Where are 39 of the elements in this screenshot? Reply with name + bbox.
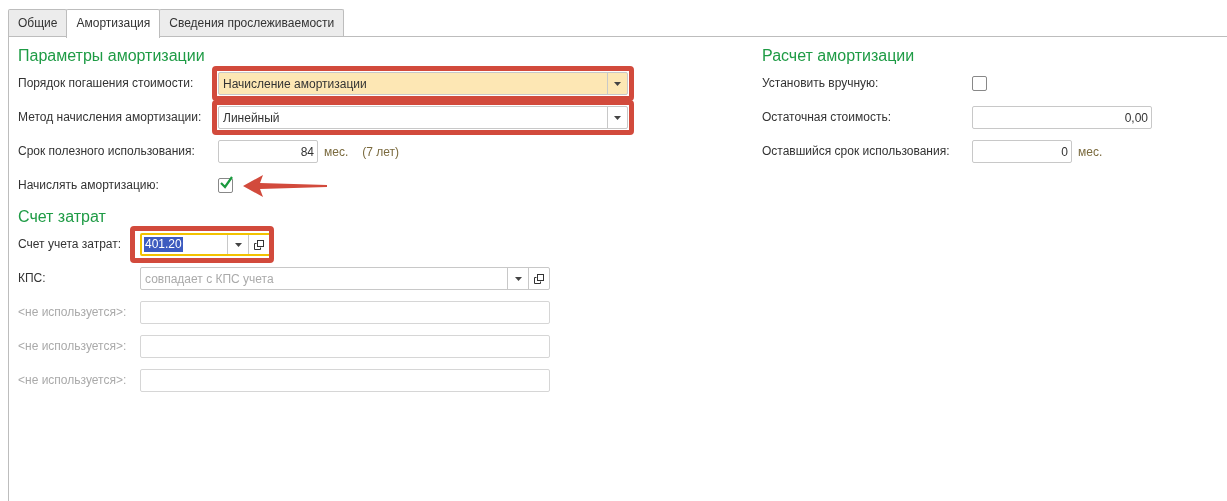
field-label: КПС: [18, 270, 47, 287]
field-label: Срок полезного использования: [18, 143, 196, 160]
field-label: <не используется>: [18, 338, 128, 355]
field-label: Порядок погашения стоимости: [18, 75, 195, 92]
section-title: Параметры амортизации [18, 46, 206, 66]
section-title: Расчет амортизации [762, 46, 916, 66]
input-field[interactable] [140, 369, 550, 392]
number-field[interactable]: 84 [218, 140, 318, 163]
dropdown-field[interactable]: Начисление амортизации [218, 72, 628, 95]
open-icon [254, 239, 264, 250]
checkbox[interactable] [972, 76, 987, 91]
unit-label: мес. [324, 144, 349, 159]
tab[interactable]: Амортизация [66, 9, 161, 38]
input-field[interactable] [140, 335, 550, 358]
unit-label: мес. [1078, 144, 1103, 159]
field-label: Оставшийся срок использования: [762, 143, 951, 160]
note-text: (7 лет) [362, 144, 400, 159]
tab[interactable]: Сведения прослеживаемости [159, 9, 345, 36]
section-title: Счет затрат [18, 207, 107, 227]
number-field[interactable]: 0 [972, 140, 1072, 163]
caret-icon [234, 242, 242, 247]
field-label: Остаточная стоимость: [762, 109, 892, 126]
dropdown-field[interactable]: Линейный [218, 106, 628, 129]
field-label: Установить вручную: [762, 75, 880, 92]
field-label: <не используется>: [18, 304, 128, 321]
check-icon [219, 176, 233, 189]
caret-icon [614, 115, 621, 120]
field-label: Счет учета затрат: [18, 236, 123, 253]
field-label: <не используется>: [18, 372, 128, 389]
caret-icon [614, 81, 621, 86]
dropdown-field[interactable]: 401.20 [140, 233, 271, 256]
tab[interactable]: Общие [8, 9, 68, 36]
caret-icon [514, 276, 522, 281]
number-field[interactable]: 0,00 [972, 106, 1152, 129]
field-label: Метод начисления амортизации: [18, 109, 203, 126]
field-label: Начислять амортизацию: [18, 177, 160, 194]
input-field[interactable] [140, 301, 550, 324]
checkbox[interactable] [218, 178, 233, 193]
open-icon [534, 273, 544, 284]
